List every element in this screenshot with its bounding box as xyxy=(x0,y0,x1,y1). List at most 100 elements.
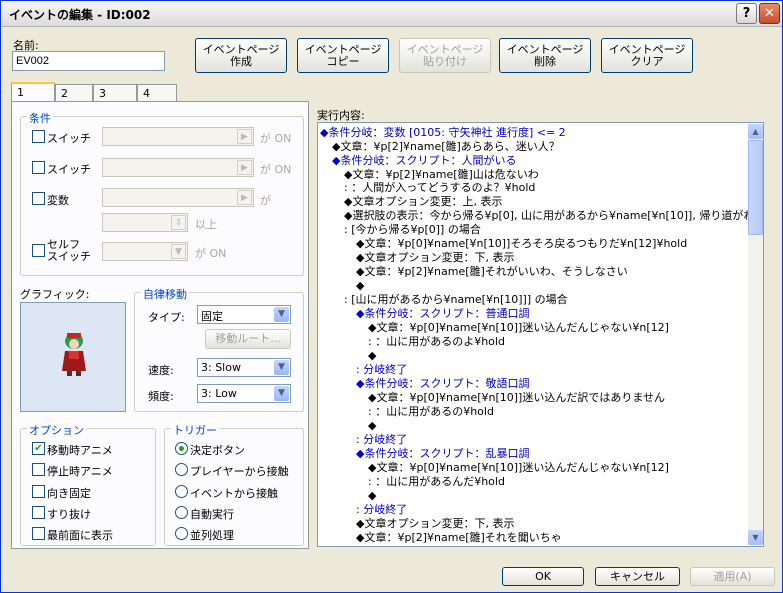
list-item[interactable]: ◆文章：¥p[2]¥name[雛]あらあら、迷い人？ xyxy=(332,140,560,153)
trigger-event-touch-radio[interactable] xyxy=(175,485,188,498)
self-switch-checkbox[interactable] xyxy=(32,244,45,257)
list-item[interactable]: : ：山に用があるんだ¥hold xyxy=(368,475,505,488)
list-item[interactable]: ◆条件分岐：スクリプト：乱暴口調 xyxy=(356,447,529,460)
list-item[interactable]: : ：山に用があるの¥hold xyxy=(368,405,494,418)
cancel-button[interactable]: キャンセル xyxy=(595,567,680,586)
variable-select[interactable]: ▶ xyxy=(102,188,254,207)
chevron-down-icon: ▼ xyxy=(171,244,186,259)
close-button[interactable]: ✕ xyxy=(759,3,780,24)
scroll-up-icon[interactable]: ▲ xyxy=(748,124,763,139)
variable-checkbox[interactable] xyxy=(32,192,45,205)
list-item[interactable]: ◆条件分岐：スクリプト：普通口調 xyxy=(356,307,529,320)
move-route-button[interactable]: 移動ルート... xyxy=(205,329,291,349)
switch1-checkbox[interactable] xyxy=(32,130,45,143)
list-item[interactable]: ◆文章：¥p[0]¥name[¥n[10]]迷い込んだんじゃない¥n[12] xyxy=(368,461,669,474)
list-item[interactable]: ◆文章オプション変更：下, 表示 xyxy=(356,517,514,530)
scroll-down-icon[interactable]: ▼ xyxy=(748,530,763,545)
self-switch-on-label: が ON xyxy=(195,247,227,260)
list-item[interactable]: ◆文章：¥p[2]¥name[雛]それがいいわ、そうしなさい xyxy=(356,265,628,278)
conditions-title: 条件 xyxy=(27,110,53,126)
list-item[interactable]: ◆文章：¥p[0]¥name[¥n[10]]迷い込んだんじゃない¥n[12] xyxy=(368,321,669,334)
apply-button[interactable]: 適用(A) xyxy=(690,567,775,586)
list-item[interactable]: ◆ xyxy=(368,419,376,432)
commands-scrollbar[interactable]: ▲ ▼ xyxy=(748,124,763,545)
paste-page-button[interactable]: イベントページ 貼り付け xyxy=(399,38,491,73)
freq-select[interactable]: 3: Low ▼ xyxy=(197,384,291,403)
trigger-action-radio[interactable] xyxy=(175,442,188,455)
help-button[interactable]: ? xyxy=(736,3,757,24)
list-item[interactable]: ◆文章：¥p[2]¥name[雛]山は危ないわ xyxy=(344,168,539,181)
trigger-label: イベントから接触 xyxy=(190,487,278,500)
tab-page-4[interactable]: 4 xyxy=(137,84,177,101)
graphic-label: グラフィック: xyxy=(20,288,90,301)
switch1-on-label: が ON xyxy=(260,132,292,145)
variable-value-spin[interactable]: ⇕ xyxy=(102,213,188,232)
tab-page-1[interactable]: 1 xyxy=(11,82,55,102)
list-item[interactable]: : ：人間が入ってどうするのよ？¥hold xyxy=(344,181,535,194)
type-select[interactable]: 固定 ▼ xyxy=(197,305,291,324)
trigger-label: 自動実行 xyxy=(190,508,234,521)
list-item[interactable]: ◆条件分岐：スクリプト：敬語口調 xyxy=(356,377,529,390)
self-switch-label-b: スイッチ xyxy=(47,250,91,263)
freq-label: 頻度: xyxy=(148,390,174,403)
list-item[interactable]: : ：山に用があるのよ¥hold xyxy=(368,335,505,348)
option-direction-fix-checkbox[interactable] xyxy=(32,485,45,498)
switch1-label: スイッチ xyxy=(47,132,91,145)
arrow-right-icon: ▶ xyxy=(237,129,252,144)
speed-select[interactable]: 3: Slow ▼ xyxy=(197,358,291,377)
option-step-anim-checkbox[interactable] xyxy=(32,463,45,476)
spin-icon: ⇕ xyxy=(171,215,186,230)
trigger-parallel-radio[interactable] xyxy=(175,527,188,540)
tab-page-3[interactable]: 3 xyxy=(93,84,137,101)
option-label: 最前面に表示 xyxy=(47,529,113,542)
clear-page-button[interactable]: イベントページ クリア xyxy=(601,38,693,73)
trigger-player-touch-radio[interactable] xyxy=(175,463,188,476)
name-input[interactable] xyxy=(12,51,165,71)
trigger-label: 決定ボタン xyxy=(190,444,245,457)
tab-page-2[interactable]: 2 xyxy=(55,84,93,101)
list-item[interactable]: ◆文章：¥p[0]¥name[¥n[10]]迷い込んだ訳ではありません xyxy=(368,391,665,404)
list-item[interactable]: ◆ xyxy=(356,279,364,292)
speed-label: 速度: xyxy=(148,364,174,377)
graphic-preview[interactable] xyxy=(20,302,126,412)
self-switch-label-a: セルフ xyxy=(47,238,80,251)
list-item[interactable]: ◆条件分岐：スクリプト：人間がいる xyxy=(332,154,516,167)
trigger-autorun-radio[interactable] xyxy=(175,506,188,519)
event-editor-window: イベントの編集 - ID:002 ? ✕ 名前: イベントページ 作成 イベント… xyxy=(0,0,783,593)
list-item[interactable]: ◆文章オプション変更：下, 表示 xyxy=(356,251,514,264)
list-item[interactable]: : [山に用があるから¥name[¥n[10]]] の場合 xyxy=(344,293,568,306)
list-item[interactable]: : [今から帰る¥p[0]] の場合 xyxy=(344,223,481,236)
list-item[interactable]: ◆ xyxy=(368,489,376,502)
event-commands-list[interactable]: ◆条件分岐：変数 [0105: 守矢神社 進行度] <= 2 ◆文章：¥p[2]… xyxy=(317,122,764,547)
trigger-label: プレイヤーから接触 xyxy=(190,465,289,478)
option-walk-anim-checkbox[interactable]: ✔ xyxy=(32,442,45,455)
delete-page-button[interactable]: イベントページ 削除 xyxy=(499,38,591,73)
window-title: イベントの編集 - ID:002 xyxy=(9,8,151,22)
list-item[interactable]: : 分岐終了 xyxy=(356,503,407,516)
ok-button[interactable]: OK xyxy=(502,567,584,586)
self-switch-select[interactable]: ▼ xyxy=(102,242,188,261)
trigger-title: トリガー xyxy=(171,422,219,438)
switch2-select[interactable]: ▶ xyxy=(102,158,254,177)
new-page-button[interactable]: イベントページ 作成 xyxy=(195,38,287,73)
option-through-checkbox[interactable] xyxy=(32,506,45,519)
option-always-top-checkbox[interactable] xyxy=(32,527,45,540)
title-bar: イベントの編集 - ID:002 ? ✕ xyxy=(1,1,782,27)
list-item[interactable]: ◆文章：¥p[2]¥name[雛]それを聞いちゃ xyxy=(356,531,562,544)
copy-page-button[interactable]: イベントページ コピー xyxy=(297,38,389,73)
variable-label: 変数 xyxy=(47,194,69,207)
page-panel: 条件 スイッチ ▶ が ON スイッチ ▶ が ON 変数 ▶ が ⇕ 以上 セ… xyxy=(11,101,309,549)
list-item[interactable]: ◆選択肢の表示：今から帰る¥p[0], 山に用があるから¥name[¥n[10]… xyxy=(344,209,763,222)
chevron-down-icon: ▼ xyxy=(274,386,289,401)
option-label: 移動時アニメ xyxy=(47,444,113,457)
list-item[interactable]: ◆文章オプション変更：上, 表示 xyxy=(344,195,502,208)
switch1-select[interactable]: ▶ xyxy=(102,127,254,146)
list-item[interactable]: : 分岐終了 xyxy=(356,363,407,376)
switch2-checkbox[interactable] xyxy=(32,161,45,174)
list-item[interactable]: ◆条件分岐：変数 [0105: 守矢神社 進行度] <= 2 xyxy=(320,126,566,139)
list-item[interactable]: : 分岐終了 xyxy=(356,433,407,446)
scroll-thumb[interactable] xyxy=(748,140,763,235)
list-item[interactable]: ◆文章：¥p[0]¥name[¥n[10]]そろそろ戻るつもりだ¥n[12]¥h… xyxy=(356,237,687,250)
speed-value: 3: Slow xyxy=(201,361,241,374)
list-item[interactable]: ◆ xyxy=(368,349,376,362)
